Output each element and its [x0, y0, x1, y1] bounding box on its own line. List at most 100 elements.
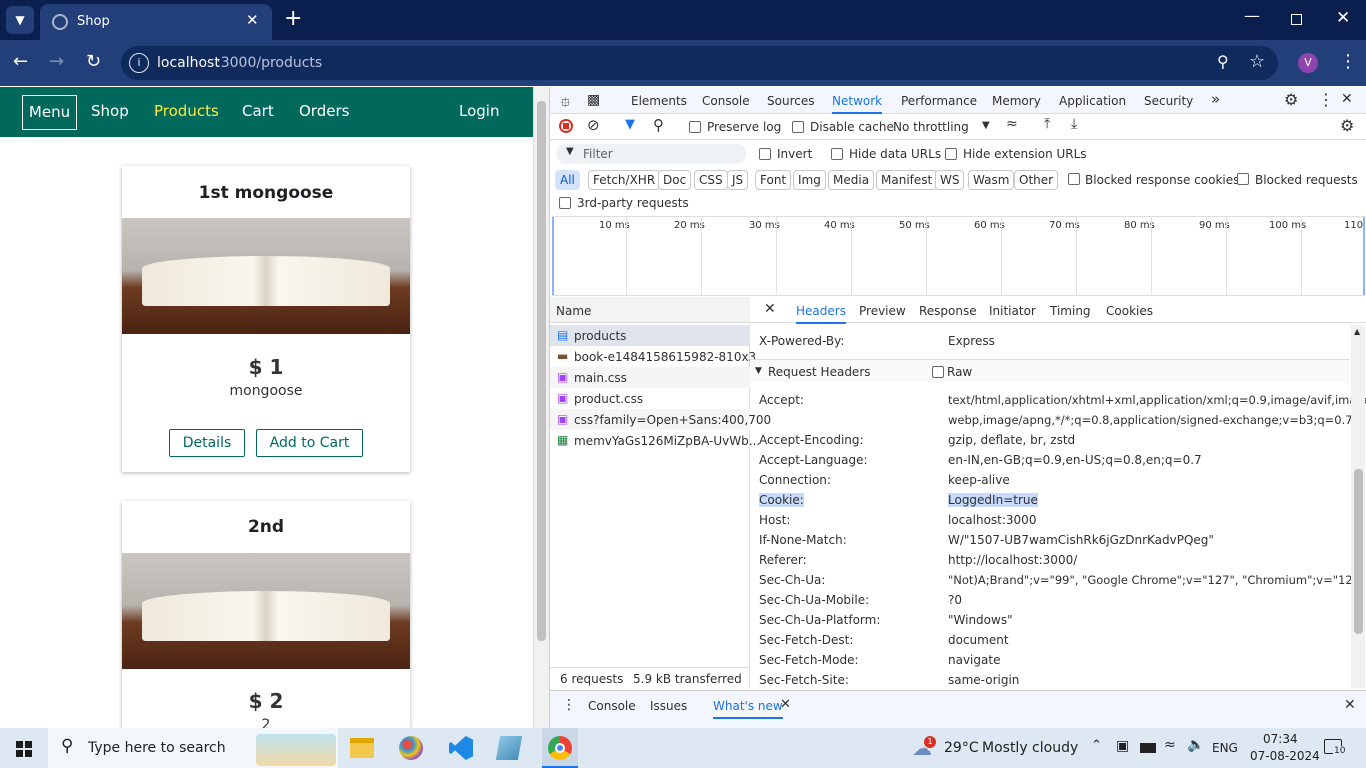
weather-description[interactable]: Mostly cloudy [982, 740, 1078, 756]
start-button[interactable] [16, 741, 32, 757]
blocked-cookies-checkbox[interactable] [1068, 173, 1080, 185]
preserve-log-checkbox[interactable] [689, 121, 701, 133]
hide-ext-urls-checkbox[interactable] [945, 148, 957, 160]
type-filter-ws[interactable]: WS [935, 170, 965, 190]
tab-search-button[interactable]: ▼ [6, 6, 34, 34]
type-filter-doc[interactable]: Doc [658, 170, 692, 190]
file-explorer-icon[interactable] [350, 738, 374, 758]
filter-input[interactable]: ▼ Filter [556, 144, 746, 164]
page-scrollbar[interactable] [533, 87, 549, 728]
type-filter-fetch-xhr[interactable]: Fetch/XHR [588, 170, 661, 190]
back-arrow-icon[interactable]: ← [13, 51, 28, 72]
forward-arrow-icon[interactable]: → [49, 51, 64, 72]
detail-tab-response[interactable]: Response [919, 304, 977, 318]
third-party-checkbox[interactable] [559, 197, 571, 209]
profile-avatar[interactable]: V [1298, 53, 1318, 73]
devtools-menu-icon[interactable]: ⋮ [1318, 90, 1334, 109]
hide-data-urls-checkbox[interactable] [831, 148, 843, 160]
add-to-cart-button[interactable]: Add to Cart [256, 429, 363, 457]
type-filter-js[interactable]: JS [727, 170, 749, 190]
type-filter-font[interactable]: Font [755, 170, 792, 190]
tab-security[interactable]: Security [1144, 94, 1193, 108]
browser-tab-shop[interactable]: Shop ✕ [40, 4, 272, 40]
paint-app-icon[interactable] [399, 736, 423, 760]
import-har-icon[interactable]: ⤒ [1044, 116, 1050, 132]
type-filter-media[interactable]: Media [828, 170, 875, 190]
chrome-taskbar-button[interactable] [542, 728, 578, 768]
detail-tab-preview[interactable]: Preview [859, 304, 906, 318]
tab-performance[interactable]: Performance [901, 94, 977, 108]
record-stop-icon[interactable] [559, 119, 573, 133]
nav-link-orders[interactable]: Orders [299, 102, 349, 120]
throttling-dropdown-icon[interactable]: ▼ [982, 120, 990, 131]
request-headers-section[interactable]: ▼ Request Headers Raw [750, 359, 1350, 383]
battery-icon[interactable] [1140, 743, 1156, 753]
settings-gear-icon[interactable]: ⚙ [1284, 90, 1298, 109]
clock-date[interactable]: 07-08-2024 [1250, 749, 1320, 763]
tab-network[interactable]: Network [832, 94, 883, 114]
reload-icon[interactable]: ↻ [86, 51, 101, 72]
detail-scrollbar-thumb[interactable] [1354, 469, 1363, 634]
close-whats-new-icon[interactable]: ✕ [780, 697, 791, 712]
meet-now-icon[interactable]: ▣ [1116, 738, 1129, 754]
tab-memory[interactable]: Memory [992, 94, 1041, 108]
network-wifi-icon[interactable]: ≈ [1164, 737, 1176, 753]
inspect-element-icon[interactable]: ⯐ [560, 92, 571, 116]
request-row[interactable]: ▤ products [550, 325, 750, 346]
detail-tab-headers[interactable]: Headers [796, 304, 846, 324]
more-tabs-icon[interactable]: » [1211, 90, 1220, 108]
detail-tab-timing[interactable]: Timing [1050, 304, 1091, 318]
type-filter-all[interactable]: All [555, 170, 580, 190]
tab-sources[interactable]: Sources [767, 94, 814, 108]
close-window-button[interactable]: ✕ [1336, 8, 1350, 28]
input-language[interactable]: ENG [1212, 741, 1238, 755]
nav-link-products[interactable]: Products [154, 102, 219, 120]
nav-link-shop[interactable]: Shop [91, 102, 129, 120]
filter-funnel-icon[interactable]: ▼ [625, 117, 635, 132]
zoom-icon[interactable]: ⚲ [1217, 52, 1229, 71]
detail-scrollbar[interactable]: ▲ [1351, 325, 1365, 688]
tab-close-icon[interactable]: ✕ [246, 11, 259, 29]
drawer-tab-whats-new[interactable]: What's new [713, 699, 783, 719]
menu-button[interactable]: Menu [22, 95, 77, 130]
tab-console[interactable]: Console [702, 94, 750, 108]
type-filter-manifest[interactable]: Manifest [876, 170, 938, 190]
search-icon[interactable]: ⚲ [653, 116, 664, 134]
bookmark-star-icon[interactable]: ☆ [1249, 51, 1265, 72]
request-row[interactable]: ▣ css?family=Open+Sans:400,700 [550, 409, 771, 430]
scroll-up-icon[interactable]: ▲ [1354, 327, 1360, 336]
volume-icon[interactable]: 🔈 [1187, 737, 1204, 753]
address-bar[interactable]: i localhost :3000/products ⚲ ☆ [121, 46, 1278, 80]
type-filter-other[interactable]: Other [1014, 170, 1059, 190]
drawer-tab-console[interactable]: Console [588, 699, 636, 713]
network-conditions-icon[interactable]: ≈ [1006, 116, 1018, 132]
vscode-icon[interactable] [449, 736, 473, 760]
type-filter-css[interactable]: CSS [694, 170, 728, 190]
blocked-requests-checkbox[interactable] [1237, 173, 1249, 185]
name-column-header[interactable]: Name [550, 297, 750, 323]
close-drawer-icon[interactable]: ✕ [1344, 697, 1356, 713]
drawer-menu-icon[interactable]: ⋮ [562, 697, 576, 713]
new-tab-button[interactable]: + [284, 6, 302, 31]
tab-elements[interactable]: Elements [631, 94, 687, 108]
type-filter-wasm[interactable]: Wasm [968, 170, 1015, 190]
nav-link-cart[interactable]: Cart [242, 102, 274, 120]
minimize-button[interactable]: — [1244, 6, 1260, 25]
disable-cache-checkbox[interactable] [792, 121, 804, 133]
request-row[interactable]: ▣ product.css [550, 388, 750, 409]
close-devtools-icon[interactable]: ✕ [1341, 91, 1353, 107]
weather-temperature[interactable]: 29°C [944, 740, 979, 756]
clock-time[interactable]: 07:34 [1263, 732, 1298, 746]
request-row[interactable]: ▣ main.css [550, 367, 750, 388]
invert-checkbox[interactable] [759, 148, 771, 160]
detail-tab-initiator[interactable]: Initiator [989, 304, 1036, 318]
raw-checkbox[interactable] [932, 366, 944, 378]
clear-icon[interactable]: ⊘ [587, 116, 600, 134]
tab-application[interactable]: Application [1059, 94, 1126, 108]
taskbar-search-box[interactable]: ⚲ Type here to search [48, 728, 338, 768]
show-hidden-icons-chevron-icon[interactable]: ⌃ [1091, 738, 1102, 753]
type-filter-img[interactable]: Img [793, 170, 826, 190]
notepad-app-icon[interactable] [495, 736, 523, 760]
detail-tab-cookies[interactable]: Cookies [1106, 304, 1153, 318]
throttling-select[interactable]: No throttling [893, 120, 969, 134]
